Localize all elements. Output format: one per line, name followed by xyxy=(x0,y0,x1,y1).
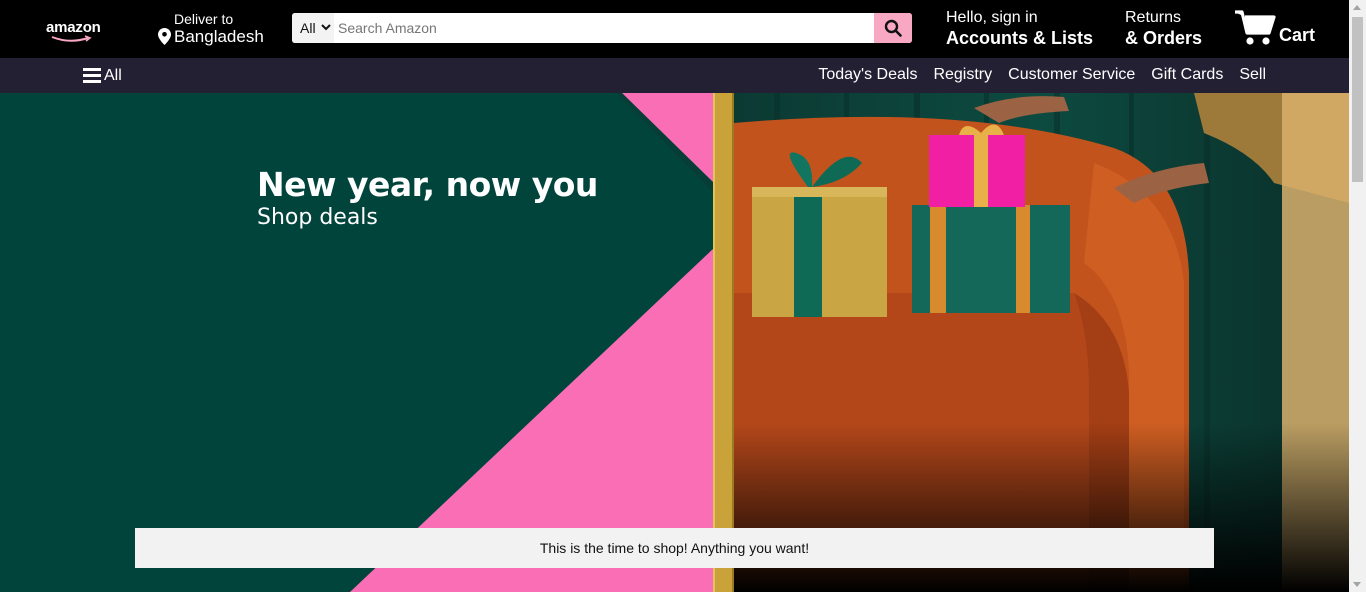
deliver-location: Bangladesh xyxy=(174,27,264,46)
cart-label: Cart xyxy=(1279,25,1316,45)
nav-link-sell[interactable]: Sell xyxy=(1239,66,1266,84)
hamburger-menu-icon xyxy=(83,68,101,83)
cart-icon xyxy=(1235,10,1276,45)
amazon-logo[interactable]: amazon xyxy=(46,19,101,36)
search-bar: All xyxy=(292,13,912,43)
account-lists-label: Accounts & Lists xyxy=(946,28,1094,48)
nav-link-registry[interactable]: Registry xyxy=(933,66,992,84)
promo-notice: This is the time to shop! Anything you w… xyxy=(135,528,1214,568)
search-category-select[interactable]: All xyxy=(292,13,334,43)
gifts-on-sofa-image xyxy=(734,93,1349,592)
nav-link-todays-deals[interactable]: Today's Deals xyxy=(818,66,917,84)
hero-banner[interactable]: New year, now you Shop deals xyxy=(0,93,1349,592)
search-button[interactable] xyxy=(874,13,912,43)
location-pin-icon xyxy=(158,28,171,45)
hero-subline[interactable]: Shop deals xyxy=(257,205,378,230)
deliver-label: Deliver to xyxy=(174,11,234,27)
all-menu-label: All xyxy=(104,67,122,84)
cart-link[interactable]: Cart xyxy=(1234,9,1315,52)
vertical-scrollbar[interactable] xyxy=(1349,0,1366,592)
returns-orders-link[interactable]: Returns & Orders xyxy=(1125,9,1202,49)
scroll-down-arrow-icon[interactable] xyxy=(1353,582,1361,587)
nav-bar: All Today's Deals Registry Customer Serv… xyxy=(0,58,1349,93)
scroll-up-arrow-icon[interactable] xyxy=(1353,5,1361,10)
search-icon xyxy=(884,19,902,37)
hero-headline: New year, now you xyxy=(257,165,598,204)
amazon-smile-icon xyxy=(51,35,92,42)
search-category-label: All xyxy=(300,20,316,36)
account-lists-link[interactable]: Hello, sign in Accounts & Lists xyxy=(946,9,1093,49)
scroll-thumb[interactable] xyxy=(1352,17,1363,182)
orders-label: & Orders xyxy=(1125,28,1203,48)
nav-links: Today's Deals Registry Customer Service … xyxy=(818,66,1266,84)
search-input[interactable] xyxy=(334,13,874,43)
returns-label: Returns xyxy=(1125,9,1182,26)
top-header: amazon Deliver to Bangladesh All Search … xyxy=(0,0,1349,58)
amazon-page: amazon Deliver to Bangladesh All Search … xyxy=(0,0,1349,592)
account-greeting: Hello, sign in xyxy=(946,9,1038,26)
nav-link-gift-cards[interactable]: Gift Cards xyxy=(1151,66,1223,84)
nav-link-customer-service[interactable]: Customer Service xyxy=(1008,66,1135,84)
chevron-down-icon xyxy=(321,24,331,31)
